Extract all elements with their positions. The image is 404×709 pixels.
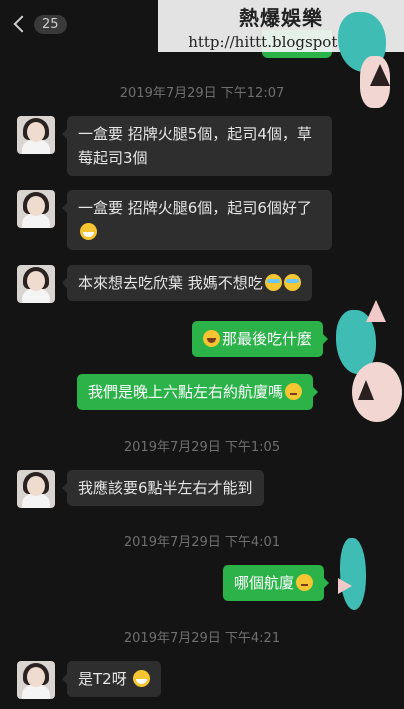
timestamp: 2019年7月29日 下午1:05 (123, 440, 281, 455)
crying-emoji-icon (264, 274, 282, 291)
timestamp: 2019年7月29日 下午4:21 (123, 631, 281, 646)
contact-avatar[interactable] (17, 190, 55, 228)
message-text: 我們是晚上六點左右約航廈嗎 (88, 383, 284, 401)
message-text: 一盒要 招牌火腿6個，起司6個好了 (78, 199, 312, 217)
incoming-message[interactable]: 本來想去吃欣葉 我媽不想吃 (62, 265, 312, 301)
contact-avatar[interactable] (17, 470, 55, 508)
timestamp: 2019年7月29日 下午4:01 (123, 535, 281, 550)
cat-sticker-middle (336, 296, 404, 424)
incoming-message[interactable]: 是T2呀 (62, 661, 161, 697)
outgoing-message[interactable]: 我們是晚上六點左右約航廈嗎 (77, 374, 319, 410)
contact-avatar[interactable] (17, 116, 55, 154)
timestamp: 2019年7月29日 下午12:07 (119, 86, 285, 101)
contact-avatar[interactable] (17, 661, 55, 699)
incoming-message[interactable]: 我應該要6點半左右才能到 (62, 470, 264, 506)
message-text: 我應該要6點半左右才能到 (78, 479, 253, 497)
thinking-emoji-icon (296, 574, 314, 591)
message-text: 本來想去吃欣葉 我媽不想吃 (78, 274, 263, 292)
message-text: 是T2呀 (78, 670, 127, 688)
back-button[interactable]: 25 (12, 10, 67, 38)
contact-avatar[interactable] (17, 265, 55, 303)
incoming-message[interactable]: 一盒要 招牌火腿5個，起司4個，草莓起司3個 (62, 116, 332, 176)
incoming-message[interactable]: 一盒要 招牌火腿6個，起司6個好了 (62, 190, 332, 250)
message-text: 一盒要 招牌火腿5個，起司4個，草莓起司3個 (78, 125, 312, 167)
thinking-emoji-icon (285, 383, 303, 400)
grin-emoji-icon (80, 223, 97, 240)
message-text: 那最後吃什麼 (222, 330, 313, 348)
unread-count-badge: 25 (34, 14, 67, 34)
outgoing-message[interactable]: 那最後吃什麼 (192, 321, 329, 357)
grin-emoji-icon (132, 670, 150, 687)
laughing-emoji-icon (203, 330, 220, 347)
message-text: 哪個航廈 (234, 574, 295, 592)
chevron-left-icon (13, 15, 31, 33)
outgoing-message[interactable]: 哪個航廈 (223, 565, 330, 601)
crying-emoji-icon (283, 274, 301, 291)
